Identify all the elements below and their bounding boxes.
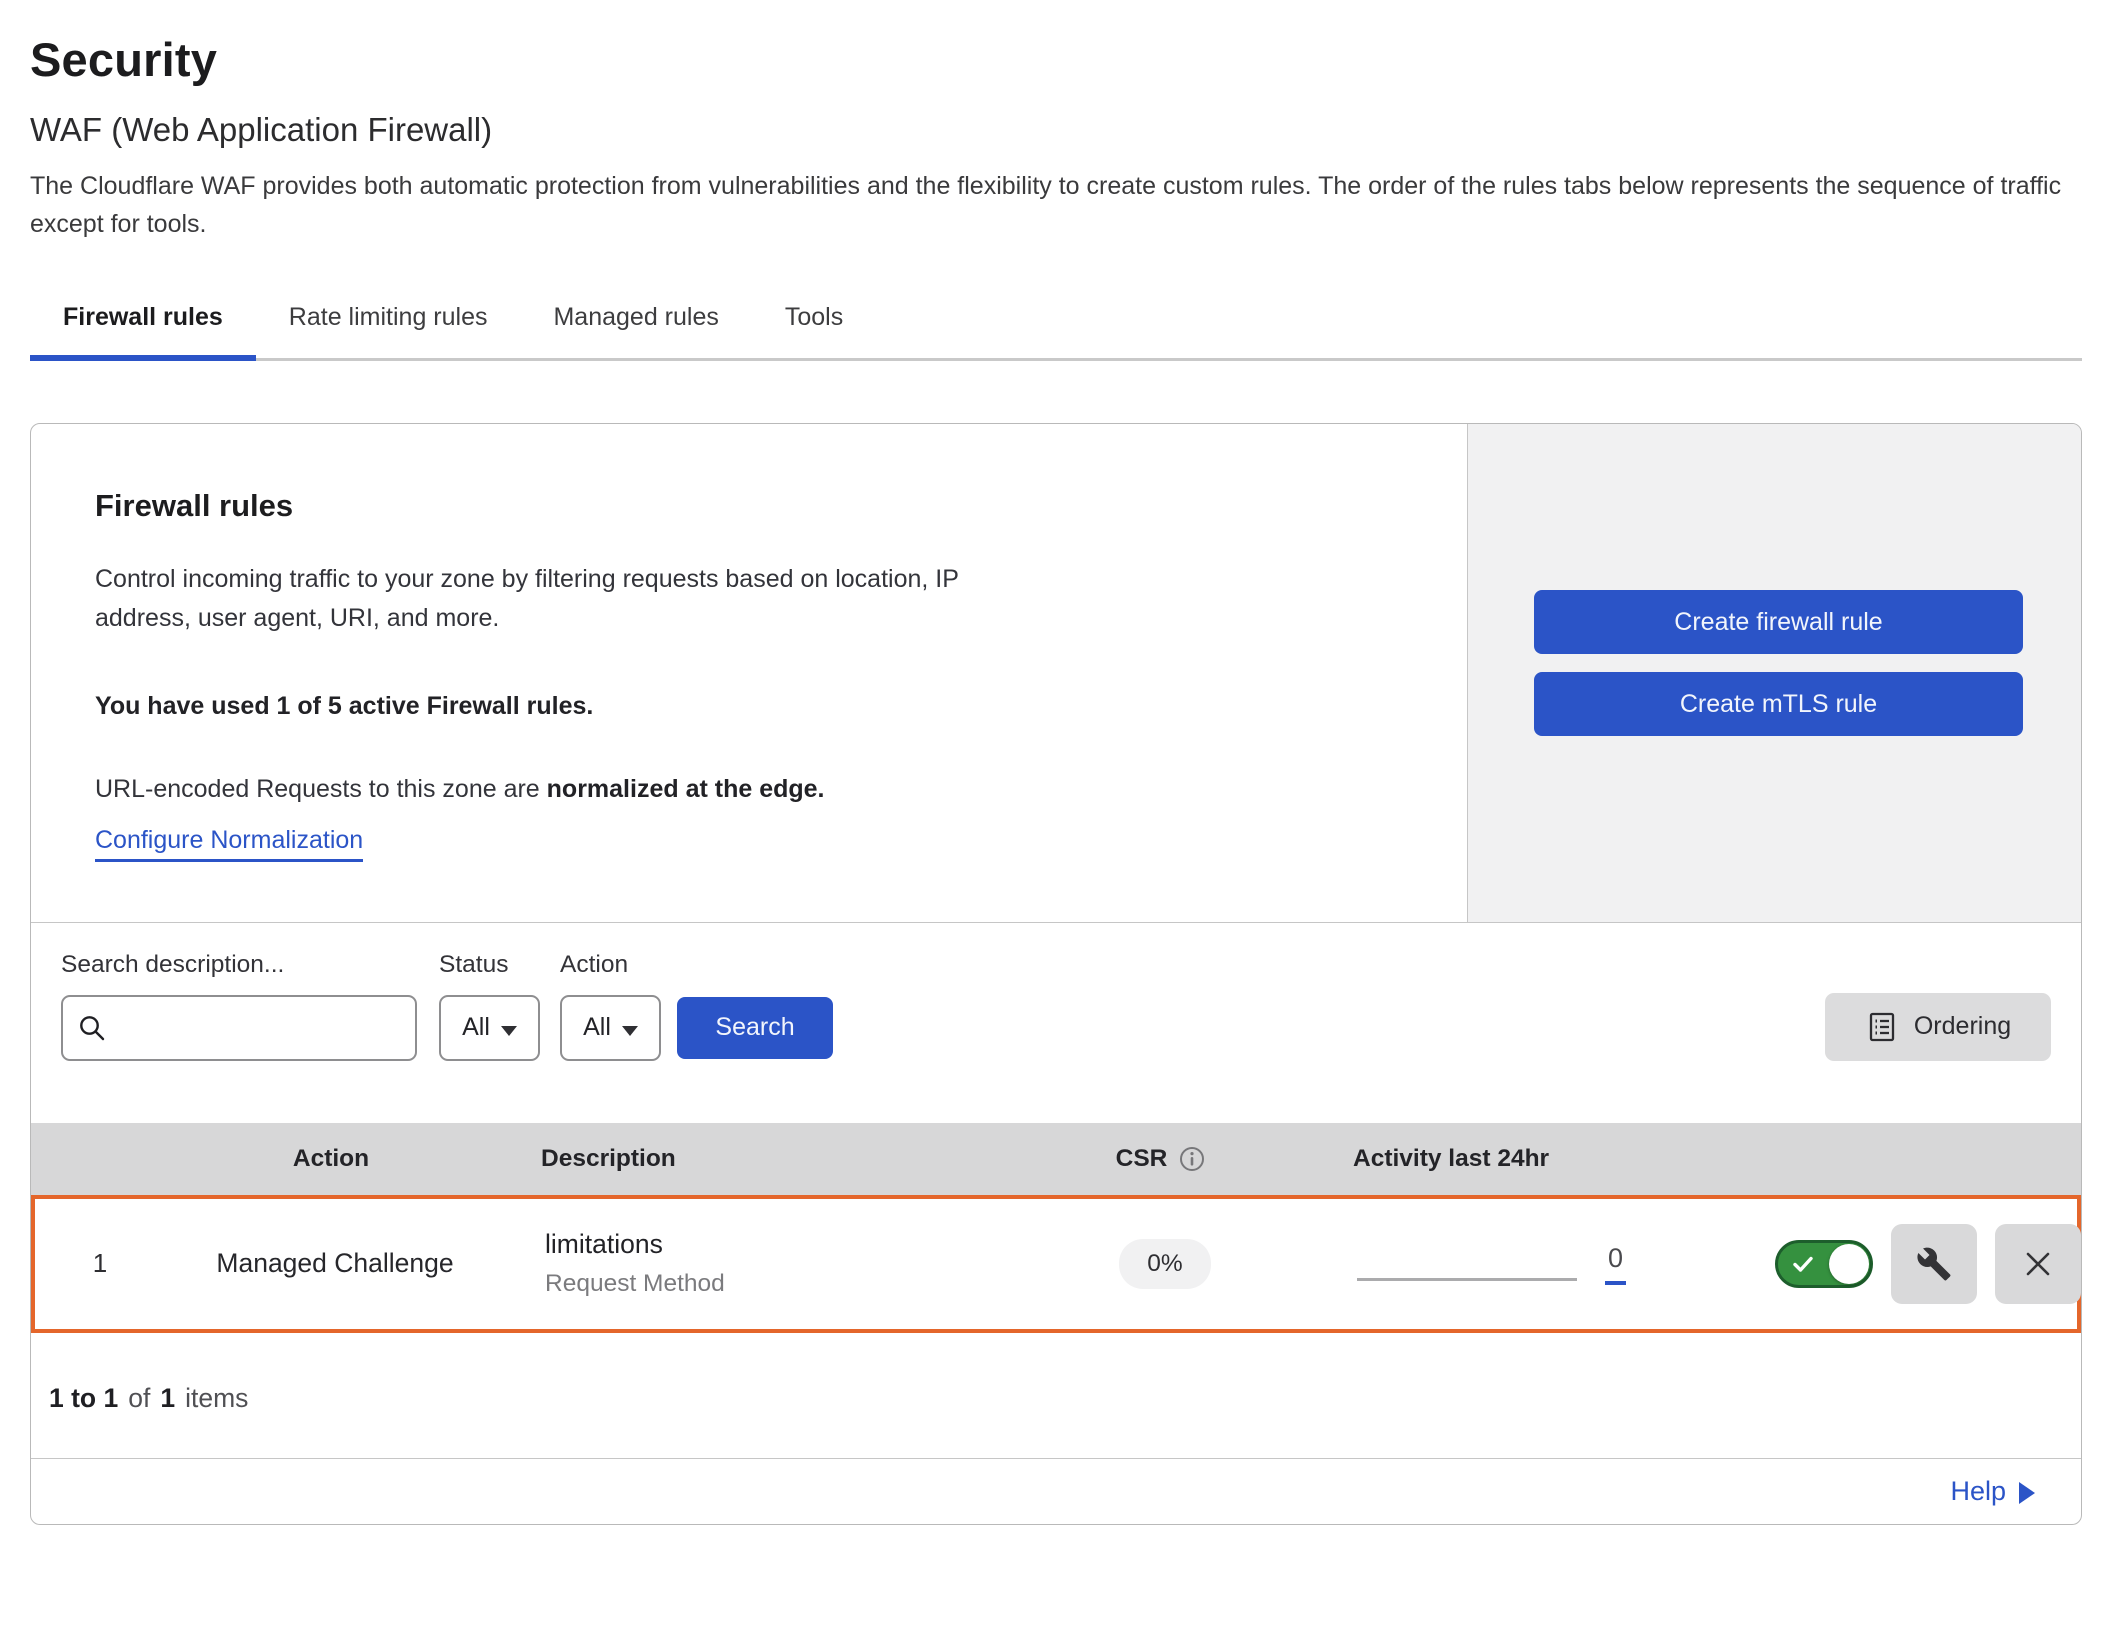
activity-count-link[interactable]: 0	[1605, 1243, 1626, 1285]
rule-expression: Request Method	[545, 1270, 1005, 1298]
configure-normalization-link[interactable]: Configure Normalization	[95, 826, 363, 862]
info-icon[interactable]	[1178, 1145, 1206, 1173]
panel-info: Firewall rules Control incoming traffic …	[31, 424, 1467, 922]
firewall-rule-row: 1 Managed Challenge limitations Request …	[31, 1195, 2081, 1333]
action-filter-group: Action All	[560, 951, 661, 1061]
tab-firewall-rules[interactable]: Firewall rules	[30, 287, 256, 358]
items-of: of	[128, 1383, 150, 1414]
items-range: 1 to 1	[49, 1383, 118, 1414]
status-label: Status	[439, 951, 540, 979]
search-label: Search description...	[61, 951, 417, 979]
tab-rate-limiting-rules[interactable]: Rate limiting rules	[256, 287, 521, 358]
chevron-down-icon	[501, 1026, 517, 1036]
rule-activity-cell: 0	[1325, 1243, 1775, 1285]
chevron-down-icon	[622, 1026, 638, 1036]
rule-controls	[1775, 1224, 2082, 1304]
close-icon	[2020, 1246, 2056, 1282]
wrench-icon	[1916, 1246, 1952, 1282]
items-word: items	[185, 1383, 248, 1414]
normalization-note: URL-encoded Requests to this zone are no…	[95, 775, 1403, 804]
filters-bar: Search description... Status All	[31, 922, 2081, 1099]
edit-rule-button[interactable]	[1891, 1224, 1977, 1304]
tab-label: Firewall rules	[63, 303, 223, 331]
action-select[interactable]: All	[560, 995, 661, 1061]
column-header-action: Action	[161, 1145, 501, 1173]
search-icon	[77, 1013, 107, 1043]
ordering-list-icon	[1865, 1010, 1899, 1044]
action-label: Action	[560, 951, 661, 979]
csr-header-label: CSR	[1116, 1145, 1168, 1173]
usage-summary: You have used 1 of 5 active Firewall rul…	[95, 692, 1403, 721]
activity-sparkline	[1357, 1278, 1577, 1281]
page-title: Security	[30, 32, 2082, 87]
create-mtls-rule-button[interactable]: Create mTLS rule	[1534, 672, 2023, 736]
help-row: Help	[31, 1458, 2081, 1524]
arrow-right-icon	[2019, 1482, 2035, 1504]
tab-label: Rate limiting rules	[289, 303, 488, 331]
panel-description: Control incoming traffic to your zone by…	[95, 560, 1055, 638]
column-header-activity: Activity last 24hr	[1321, 1145, 1771, 1173]
tab-tools[interactable]: Tools	[752, 287, 876, 358]
tab-label: Tools	[785, 303, 843, 331]
toggle-knob	[1829, 1244, 1869, 1284]
security-waf-page: Security WAF (Web Application Firewall) …	[0, 0, 2114, 1525]
rule-description-cell: limitations Request Method	[505, 1229, 1005, 1298]
items-total: 1	[160, 1383, 175, 1414]
search-box	[61, 995, 417, 1061]
ordering-button[interactable]: Ordering	[1825, 993, 2051, 1061]
panel-actions-aside: Create firewall rule Create mTLS rule	[1467, 424, 2081, 922]
firewall-rules-container: Firewall rules Control incoming traffic …	[30, 423, 2082, 1525]
waf-tabs: Firewall rules Rate limiting rules Manag…	[30, 287, 2082, 361]
check-icon	[1790, 1251, 1816, 1277]
help-link[interactable]: Help	[1950, 1476, 2035, 1507]
search-filter-group: Search description...	[61, 951, 417, 1061]
delete-rule-button[interactable]	[1995, 1224, 2081, 1304]
column-header-csr: CSR	[1001, 1145, 1321, 1173]
column-header-description: Description	[501, 1145, 1001, 1173]
rule-csr-cell: 0%	[1005, 1239, 1325, 1289]
action-value: All	[583, 1013, 611, 1042]
status-filter-group: Status All	[439, 951, 540, 1061]
rule-action: Managed Challenge	[165, 1248, 505, 1279]
page-subtitle: WAF (Web Application Firewall)	[30, 111, 2082, 149]
normalization-bold: normalized at the edge.	[547, 775, 825, 803]
create-firewall-rule-button[interactable]: Create firewall rule	[1534, 590, 2023, 654]
panel-heading: Firewall rules	[95, 488, 1403, 524]
search-button[interactable]: Search	[677, 997, 833, 1059]
rule-enabled-toggle[interactable]	[1775, 1240, 1873, 1288]
status-value: All	[462, 1013, 490, 1042]
rule-priority: 1	[35, 1248, 165, 1279]
status-select[interactable]: All	[439, 995, 540, 1061]
ordering-label: Ordering	[1914, 1012, 2011, 1041]
page-description: The Cloudflare WAF provides both automat…	[30, 167, 2080, 243]
tab-managed-rules[interactable]: Managed rules	[520, 287, 751, 358]
firewall-rules-panel: Firewall rules Control incoming traffic …	[31, 424, 2081, 922]
tab-label: Managed rules	[553, 303, 718, 331]
table-header: Action Description CSR Activity last 24h…	[31, 1123, 2081, 1195]
csr-badge: 0%	[1119, 1239, 1210, 1289]
search-input[interactable]	[117, 1013, 401, 1043]
rule-description: limitations	[545, 1229, 1005, 1260]
pagination-summary: 1 to 1 of 1 items	[31, 1333, 2081, 1458]
normalization-prefix: URL-encoded Requests to this zone are	[95, 775, 547, 803]
help-label: Help	[1950, 1476, 2006, 1507]
